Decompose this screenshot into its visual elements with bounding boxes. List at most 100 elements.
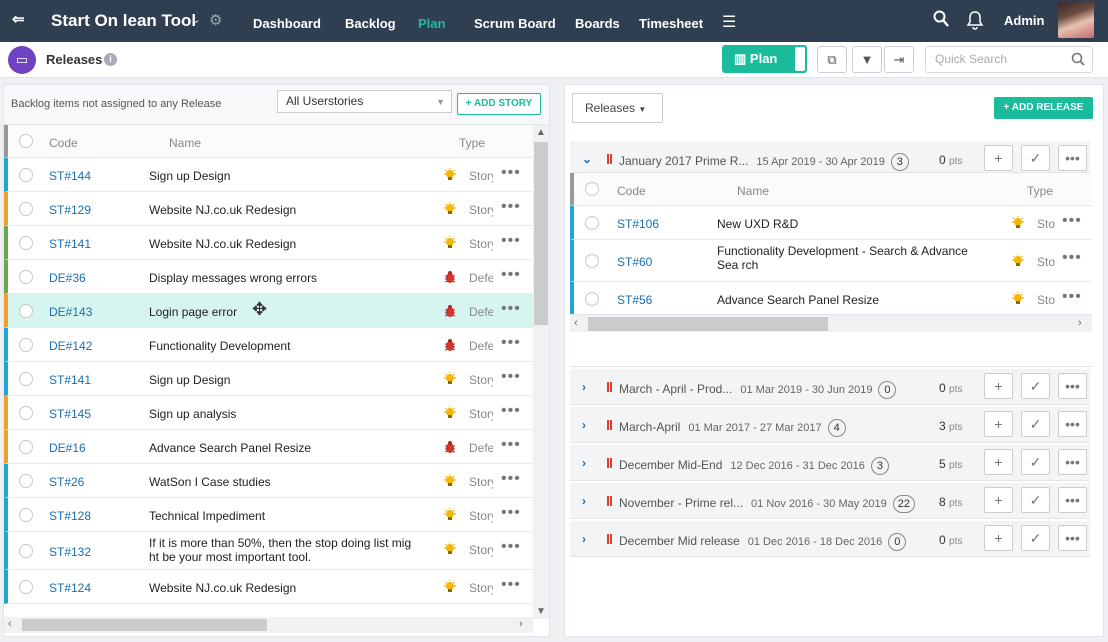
search-icon[interactable] [1071,52,1085,66]
table-row[interactable]: ST#106 New UXD R&D Story ••• [570,206,1092,240]
release-name[interactable]: November - Prime rel... [619,496,743,510]
row-checkbox[interactable] [19,270,33,284]
more-options-button[interactable]: ••• [1058,373,1087,399]
scroll-left-icon[interactable]: ‹ [8,618,12,630]
more-options-icon[interactable]: ••• [501,471,521,487]
item-code[interactable]: ST#106 [617,217,659,231]
release-name[interactable]: December Mid release [619,534,740,548]
column-code[interactable]: Code [617,184,646,198]
scroll-thumb[interactable] [534,142,548,325]
more-options-icon[interactable]: ••• [1062,289,1082,305]
release-name[interactable]: January 2017 Prime R... [619,154,748,168]
item-code[interactable]: ST#60 [617,255,652,269]
more-options-icon[interactable]: ••• [501,267,521,283]
add-item-button[interactable]: + [984,525,1013,551]
row-checkbox[interactable] [19,304,33,318]
plan-toggle-button[interactable]: ▥ Plan [722,45,807,73]
column-name[interactable]: Name [169,136,201,150]
nav-dashboard[interactable]: Dashboard [253,16,321,32]
table-row[interactable]: ST#132 If it is more than 50%, then the s… [4,532,533,570]
row-checkbox[interactable] [19,508,33,522]
item-code[interactable]: ST#145 [49,407,91,421]
item-code[interactable]: ST#26 [49,475,84,489]
more-options-icon[interactable]: ••• [501,301,521,317]
horizontal-scrollbar[interactable]: ‹ › [4,617,533,633]
column-type[interactable]: Type [1027,184,1053,198]
select-all-checkbox[interactable] [585,182,599,196]
table-row[interactable]: ST#128 Technical Impediment Story ••• [4,498,533,532]
add-story-button[interactable]: + ADD STORY [457,93,541,115]
scroll-right-icon[interactable]: › [519,618,523,630]
userstory-filter-select[interactable]: All Userstories ▼ [277,90,452,113]
release-name[interactable]: March - April - Prod... [619,382,732,396]
quick-search-input[interactable]: Quick Search [925,46,1093,73]
filter-icon[interactable]: ▼ [852,46,882,73]
more-options-icon[interactable]: ••• [501,403,521,419]
item-code[interactable]: ST#141 [49,373,91,387]
complete-check-button[interactable]: ✓ [1021,145,1050,171]
more-options-icon[interactable]: ••• [501,505,521,521]
item-code[interactable]: DE#16 [49,441,86,455]
row-checkbox[interactable] [19,236,33,250]
item-code[interactable]: DE#143 [49,305,92,319]
add-item-button[interactable]: + [984,487,1013,513]
more-options-button[interactable]: ••• [1058,145,1087,171]
item-code[interactable]: DE#36 [49,271,86,285]
row-checkbox[interactable] [19,544,33,558]
user-name[interactable]: Admin [1004,13,1044,28]
release-grid-scrollbar[interactable]: ‹ › [570,314,1092,332]
more-options-icon[interactable]: ••• [501,233,521,249]
row-checkbox[interactable] [19,372,33,386]
chevron-right-icon[interactable]: › [582,532,586,546]
item-code[interactable]: ST#129 [49,203,91,217]
row-checkbox[interactable] [19,202,33,216]
column-name[interactable]: Name [737,184,769,198]
add-item-button[interactable]: + [984,411,1013,437]
row-checkbox[interactable] [19,406,33,420]
releases-dropdown-button[interactable]: Releases ▼ [572,93,663,123]
nav-scrum-board[interactable]: Scrum Board [474,16,556,32]
export-icon[interactable]: ⇥ [884,46,914,73]
more-options-icon[interactable]: ••• [501,199,521,215]
chevron-down-icon[interactable]: ⌄ [582,152,592,166]
table-row[interactable]: ST#141 Sign up Design Story ••• [4,362,533,396]
release-name[interactable]: December Mid-End [619,458,722,472]
row-checkbox[interactable] [585,216,599,230]
table-row[interactable]: ST#26 WatSon I Case studies Story ••• [4,464,533,498]
release-row[interactable]: › December Mid-End 12 Dec 2016 - 31 Dec 20… [570,445,1090,481]
item-code[interactable]: ST#56 [617,293,652,307]
more-options-icon[interactable]: ••• [1062,250,1082,266]
add-item-button[interactable]: + [984,373,1013,399]
info-icon[interactable]: i [104,53,117,66]
table-row[interactable]: ST#60 Functionality Development - Search … [570,240,1092,282]
chevron-right-icon[interactable]: › [582,418,586,432]
more-options-icon[interactable]: ••• [501,437,521,453]
more-options-button[interactable]: ••• [1058,449,1087,475]
table-row[interactable]: DE#36 Display messages wrong errors Defect… [4,260,533,294]
item-code[interactable]: ST#132 [49,545,91,559]
table-row[interactable]: ST#129 Website NJ.co.uk Redesign Story ••• [4,192,533,226]
row-checkbox[interactable] [585,254,599,268]
more-options-icon[interactable]: ••• [501,369,521,385]
app-title[interactable]: Start On lean Tool [51,11,196,31]
chevron-right-icon[interactable]: › [582,456,586,470]
scroll-thumb[interactable] [22,619,267,631]
row-checkbox[interactable] [19,474,33,488]
release-row[interactable]: › March - April - Prod... 01 Mar 2019 - 30… [570,369,1090,405]
nav-timesheet[interactable]: Timesheet [639,16,703,32]
table-row[interactable]: DE#143 Login page error Defect ••• ✥ [4,294,533,328]
more-options-icon[interactable]: ••• [501,577,521,593]
hamburger-menu-icon[interactable]: ☰ [722,15,736,31]
more-options-button[interactable]: ••• [1058,525,1087,551]
add-item-button[interactable]: + [984,145,1013,171]
scroll-up-icon[interactable]: ▲ [536,127,546,138]
avatar[interactable] [1058,2,1094,38]
table-row[interactable]: DE#16 Advance Search Panel Resize Defect ••… [4,430,533,464]
chevron-down-icon[interactable]: ⌄ [191,12,201,26]
column-code[interactable]: Code [49,136,78,150]
complete-check-button[interactable]: ✓ [1021,449,1050,475]
row-checkbox[interactable] [19,580,33,594]
nav-backlog[interactable]: Backlog [345,16,396,32]
complete-check-button[interactable]: ✓ [1021,373,1050,399]
more-options-icon[interactable]: ••• [1062,213,1082,229]
